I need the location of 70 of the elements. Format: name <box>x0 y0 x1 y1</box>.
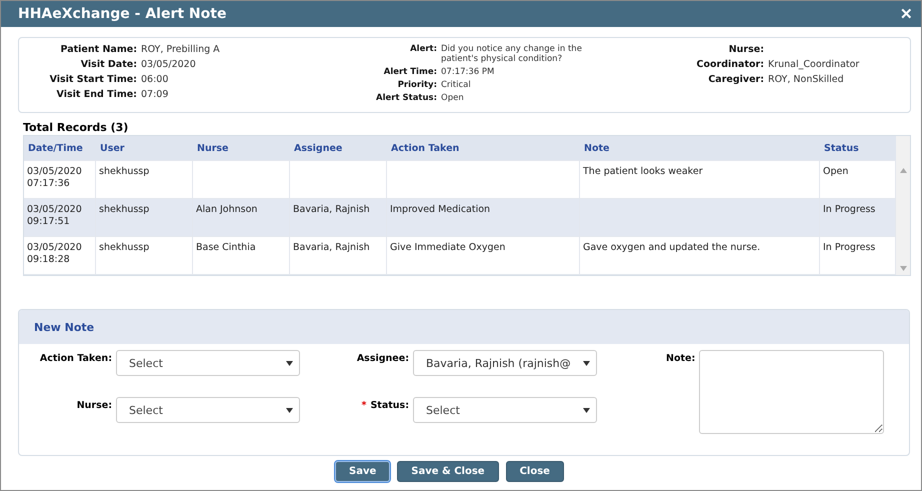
field-label: Nurse: <box>76 400 112 411</box>
dropdown[interactable]: Select <box>116 350 300 376</box>
field-label: Status: <box>370 400 409 411</box>
table-cell: shekhussp <box>99 204 150 215</box>
field-label: Alert: <box>409 44 437 56</box>
field-label: Coordinator: <box>696 59 764 70</box>
field-label: Visit Date: <box>80 59 137 70</box>
dropdown[interactable]: Select <box>413 397 597 423</box>
table-cell: Alan Johnson <box>196 204 258 215</box>
close-button[interactable]: ✕ <box>900 5 913 23</box>
field-label: Caregiver: <box>707 74 764 85</box>
field-label: Visit Start Time: <box>48 74 137 85</box>
column-header[interactable]: Assignee <box>290 142 387 154</box>
table-cell: In Progress <box>823 242 876 253</box>
panel-title: New Note <box>34 320 94 334</box>
column-header[interactable]: Status <box>820 142 896 154</box>
dropdown[interactable]: Bavaria, Rajnish (rajnish@ <box>413 350 597 376</box>
scroll-down-icon[interactable] <box>900 266 906 271</box>
table-cell: Bavaria, Rajnish <box>293 204 370 215</box>
scrollbar[interactable] <box>896 136 910 275</box>
required-mark: * <box>361 400 366 411</box>
field-label: Nurse: <box>728 44 764 55</box>
field-label: Assignee: <box>356 353 409 364</box>
field-value: 03/05/2020 <box>141 59 197 70</box>
column-header[interactable]: Action Taken <box>387 142 580 154</box>
column-header[interactable]: Date/Time <box>24 142 96 154</box>
caret-icon <box>286 360 293 366</box>
table-cell: In Progress <box>823 204 876 215</box>
field-value: Krunal_Coordinator <box>768 59 860 70</box>
field-value: Did you notice any change in the patient's physical condition? <box>441 44 583 64</box>
column-header[interactable]: User <box>96 142 193 154</box>
table-cell: 03/05/2020 09:18:28 <box>27 242 82 266</box>
action-button[interactable]: Save <box>335 461 390 482</box>
table-cell: Open <box>823 166 848 177</box>
table-cell: The patient looks weaker <box>583 166 703 177</box>
table-cell: Give Immediate Oxygen <box>390 242 506 253</box>
field-value: 06:00 <box>141 74 170 85</box>
table-cell: shekhussp <box>99 242 150 253</box>
scroll-up-icon[interactable] <box>900 168 906 173</box>
field-value: Open <box>441 93 465 103</box>
caret-icon <box>286 408 293 412</box>
field-label: Visit End Time: <box>56 89 137 100</box>
field-label: Note: <box>666 352 696 366</box>
table-cell: Bavaria, Rajnish <box>293 242 370 253</box>
caret-icon <box>583 360 590 366</box>
column-header[interactable]: Nurse <box>193 142 290 154</box>
table-cell: Base Cinthia <box>196 242 256 253</box>
caret-icon <box>583 408 590 412</box>
field-value: 07:17:36 PM <box>441 67 496 77</box>
table-cell: shekhussp <box>99 166 150 177</box>
field-label: Alert Time: <box>382 67 437 77</box>
window-title: HHAeXchange - Alert Note <box>18 6 226 22</box>
table-cell: 03/05/2020 09:17:51 <box>27 204 82 228</box>
field-label: Action Taken: <box>40 353 112 364</box>
action-button[interactable]: Save & Close <box>397 461 499 482</box>
dropdown[interactable]: Select <box>116 397 300 423</box>
records-heading: Total Records (3) <box>23 121 130 134</box>
field-value: 07:09 <box>141 89 170 100</box>
action-button[interactable]: Close <box>506 461 564 482</box>
table-cell: 03/05/2020 07:17:36 <box>27 166 82 190</box>
field-label: Alert Status: <box>375 93 437 103</box>
field-label: Priority: <box>396 80 437 90</box>
table-cell: Improved Medication <box>390 204 490 215</box>
field-value: Critical <box>441 80 472 90</box>
table-cell: Gave oxygen and updated the nurse. <box>583 242 760 253</box>
field-label: Patient Name: <box>60 44 137 55</box>
note-field[interactable] <box>699 350 884 434</box>
column-header[interactable]: Note <box>580 142 820 154</box>
field-value: ROY, Prebilling A <box>141 44 221 55</box>
field-value: ROY, NonSkilled <box>768 74 845 85</box>
